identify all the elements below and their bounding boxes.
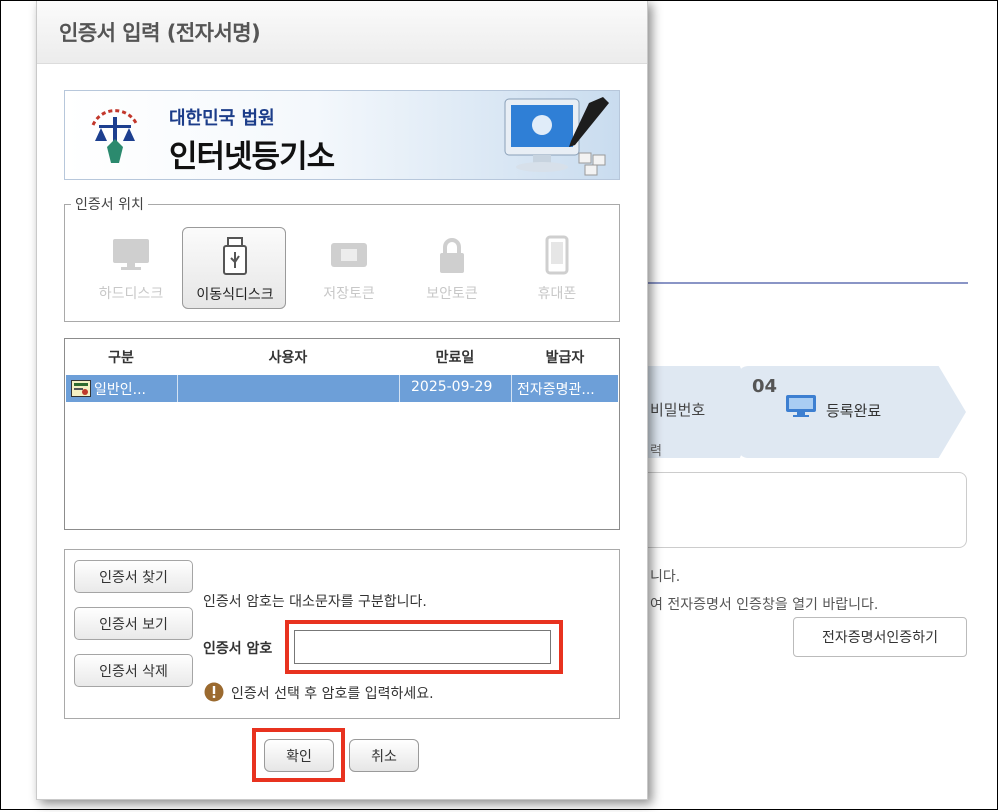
step-3-label: 비밀번호 (650, 401, 706, 419)
location-security-token[interactable]: 보안토큰 (400, 227, 504, 309)
password-label: 인증서 암호 (203, 641, 273, 657)
location-mobile-phone[interactable]: 휴대폰 (505, 227, 609, 309)
certificate-location-group: 하드디스크 이동식디스크 저장토큰 보안토큰 휴대폰 (64, 204, 620, 322)
step-3-sublabel: 력 (650, 444, 662, 459)
find-certificate-button[interactable]: 인증서 찾기 (74, 560, 193, 593)
info-text-1: 니다. (650, 569, 681, 585)
ok-button[interactable]: 확인 (264, 739, 334, 772)
location-label: 이동식디스크 (196, 287, 274, 303)
location-legend: 인증서 위치 (71, 194, 148, 214)
delete-certificate-button[interactable]: 인증서 삭제 (74, 654, 193, 687)
cell-issuer: 전자증명관... (517, 382, 595, 398)
chip-icon (331, 243, 367, 267)
cell-expiry: 2025-09-29 (411, 379, 493, 395)
location-label: 휴대폰 (537, 286, 577, 302)
step-4-label: 등록완료 (826, 402, 882, 420)
court-emblem-icon (91, 109, 139, 163)
warning-text: 인증서 선택 후 암호를 입력하세요. (231, 686, 434, 702)
court-banner: 대한민국 법원 인터넷등기소 (64, 90, 620, 180)
view-certificate-button[interactable]: 인증서 보기 (74, 607, 193, 640)
location-removable-disk[interactable]: 이동식디스크 (182, 227, 286, 309)
location-label: 저장토큰 (323, 286, 375, 302)
location-hard-disk[interactable]: 하드디스크 (79, 227, 183, 309)
warning-icon (204, 682, 224, 702)
password-area: 인증서 찾기 인증서 보기 인증서 삭제 인증서 암호는 대소문자를 구분합니다… (64, 549, 620, 719)
monitor-icon (786, 395, 816, 417)
column-header-type: 구분 (108, 350, 134, 366)
certificate-dialog: 인증서 입력 (전자서명) 대한민국 법원 인터넷등기소 하드디스크 이동식디스… (36, 0, 648, 800)
location-label: 보안토큰 (426, 286, 478, 302)
certificate-icon (71, 380, 91, 397)
column-separator (177, 375, 178, 402)
banner-org: 대한민국 법원 (169, 108, 275, 129)
computer-illustration-icon (504, 97, 609, 176)
open-certificate-button[interactable]: 전자증명서인증하기 (793, 617, 967, 657)
column-separator (399, 375, 400, 402)
highlight-box-password (285, 620, 563, 674)
cancel-button[interactable]: 취소 (349, 739, 419, 772)
table-row[interactable]: 일반인... 2025-09-29 전자증명관... (66, 375, 618, 402)
column-header-issuer: 발급자 (545, 350, 585, 366)
step-4-number: 04 (752, 376, 778, 397)
banner-name: 인터넷등기소 (169, 139, 335, 175)
cell-type: 일반인... (94, 382, 146, 398)
column-header-user: 사용자 (268, 350, 308, 366)
info-box (640, 472, 967, 548)
column-header-expiry: 만료일 (435, 350, 475, 366)
location-storage-token[interactable]: 저장토큰 (297, 227, 401, 309)
table-header: 구분 사용자 만료일 발급자 (65, 339, 619, 373)
monitor-icon (113, 239, 149, 270)
usb-icon (223, 237, 247, 275)
lock-icon (440, 238, 464, 273)
case-sensitive-note: 인증서 암호는 대소문자를 구분합니다. (203, 594, 427, 610)
phone-icon (545, 235, 569, 275)
section-divider (648, 282, 968, 284)
location-label: 하드디스크 (98, 286, 164, 302)
dialog-titlebar: 인증서 입력 (전자서명) (37, 1, 647, 64)
certificate-table: 구분 사용자 만료일 발급자 일반인... 2025-09-29 전자증명관..… (64, 338, 620, 530)
dialog-title: 인증서 입력 (전자서명) (59, 21, 261, 45)
info-text-2: 여 전자증명서 인증창을 열기 바랍니다. (650, 597, 879, 613)
column-separator (511, 375, 512, 402)
